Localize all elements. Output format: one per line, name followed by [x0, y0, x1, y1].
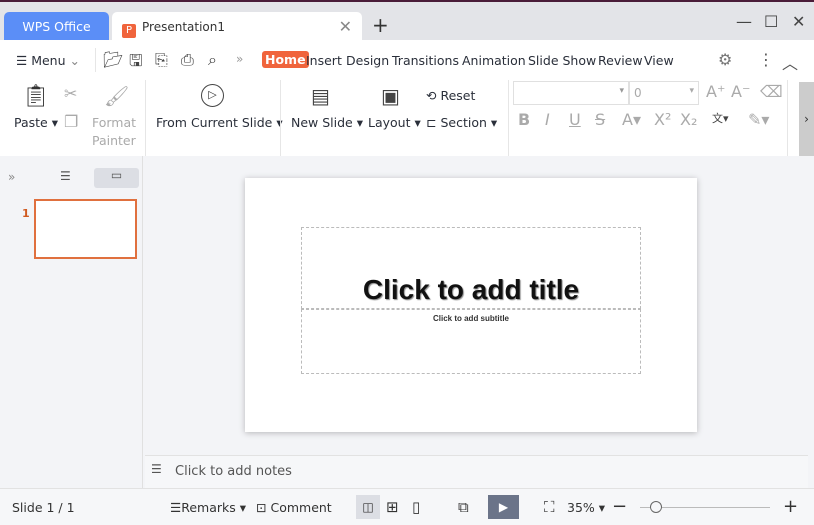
- reading-view-icon[interactable]: ▯: [412, 498, 420, 516]
- layout-icon: ▣: [381, 84, 400, 108]
- new-slide-button[interactable]: New Slide ▾: [291, 115, 363, 130]
- from-current-slide-button[interactable]: From Current Slide ▾: [156, 115, 283, 130]
- increase-font-icon[interactable]: A⁺: [706, 82, 725, 101]
- remarks-button[interactable]: ☰Remarks ▾: [170, 500, 246, 515]
- font-size-select[interactable]: 0 ▾: [629, 81, 699, 105]
- ribbon: 📋︎ Paste ▾ ✂ ❐ 🖌︎ Format Painter ▷ From C…: [0, 80, 814, 156]
- bold-icon[interactable]: B: [518, 110, 530, 129]
- play-slideshow-button[interactable]: ▶: [488, 495, 519, 519]
- format-painter-button[interactable]: Format Painter: [92, 115, 136, 148]
- hamburger-icon: ☰: [16, 53, 28, 68]
- subtitle-placeholder[interactable]: Click to add subtitle: [301, 309, 641, 374]
- superscript-icon[interactable]: X²: [654, 110, 671, 129]
- minimize-icon[interactable]: —: [736, 12, 752, 31]
- doc-tab-label: Presentation1: [142, 20, 225, 34]
- decrease-font-icon[interactable]: A⁻: [731, 82, 750, 101]
- slide-thumbnail[interactable]: [34, 199, 137, 259]
- comment-button[interactable]: ⊡ Comment: [256, 500, 332, 515]
- collapse-ribbon-icon[interactable]: ︿: [782, 50, 798, 74]
- font-color-icon[interactable]: A▾: [622, 110, 641, 129]
- open-icon[interactable]: 📂︎: [103, 50, 123, 69]
- more-options-icon[interactable]: ⋮: [758, 50, 774, 69]
- zoom-in-button[interactable]: +: [783, 496, 798, 517]
- tab-review[interactable]: Review: [598, 53, 643, 68]
- title-bar: WPS Office P Presentation1 ✕ + — ☐ ✕: [0, 0, 814, 42]
- phonetic-guide-icon[interactable]: 文▾: [712, 110, 729, 126]
- menu-row: ☰ Menu ⌄ 📂︎ 🖫 ⎘ ⎙ ⌕ » Home Insert Design…: [0, 40, 814, 80]
- slides-view-icon[interactable]: ▭: [94, 168, 139, 188]
- more-icon[interactable]: »: [236, 52, 243, 66]
- tab-transitions[interactable]: Transitions: [392, 53, 459, 68]
- italic-icon[interactable]: I: [545, 110, 550, 129]
- notes-icon: ☰: [151, 462, 162, 476]
- tab-view[interactable]: View: [644, 53, 674, 68]
- presentation-icon: P: [122, 24, 136, 38]
- print-preview-icon[interactable]: ⌕: [208, 50, 217, 70]
- normal-view-icon[interactable]: ◫: [356, 495, 380, 519]
- slide-indicator: Slide 1 / 1: [12, 500, 75, 515]
- tab-wps-office[interactable]: WPS Office: [4, 12, 109, 42]
- presenter-icon[interactable]: ⧉: [458, 498, 469, 516]
- paste-icon: 📋︎: [22, 84, 50, 109]
- expand-panel-icon[interactable]: »: [8, 170, 15, 184]
- tab-presentation[interactable]: P Presentation1 ✕: [112, 12, 362, 42]
- slide-canvas: Click to add title Click to add subtitle: [245, 178, 697, 432]
- tab-insert[interactable]: Insert: [306, 53, 342, 68]
- underline-icon[interactable]: U: [569, 110, 581, 129]
- section-icon: ⊏: [426, 115, 437, 130]
- status-bar: Slide 1 / 1 ☰Remarks ▾ ⊡ Comment ◫ ⊞ ▯ ⧉…: [0, 488, 814, 525]
- close-tab-icon[interactable]: ✕: [339, 12, 352, 42]
- zoom-out-button[interactable]: −: [612, 496, 627, 517]
- tab-home[interactable]: Home: [262, 51, 309, 68]
- strikethrough-icon[interactable]: S: [595, 110, 605, 129]
- vertical-scrollbar[interactable]: [797, 156, 809, 454]
- slide-sorter-icon[interactable]: ⊞: [386, 498, 399, 516]
- print-icon[interactable]: ⎙: [181, 50, 194, 70]
- tab-animation[interactable]: Animation: [462, 53, 526, 68]
- notes-placeholder: Click to add notes: [175, 464, 292, 479]
- ribbon-scroll-right[interactable]: ›: [799, 82, 814, 156]
- menu-label: Menu: [31, 53, 66, 68]
- save-icon[interactable]: 🖫: [129, 50, 143, 77]
- title-placeholder[interactable]: Click to add title: [301, 227, 641, 309]
- notes-area[interactable]: ☰ Click to add notes: [145, 455, 808, 488]
- menu-button[interactable]: ☰ Menu ⌄: [16, 53, 80, 68]
- reset-icon: ⟲: [426, 88, 437, 103]
- export-pdf-icon[interactable]: ⎘: [155, 50, 168, 70]
- subscript-icon[interactable]: X₂: [680, 110, 697, 129]
- fit-window-icon[interactable]: ⛶: [544, 498, 555, 516]
- close-window-icon[interactable]: ✕: [792, 12, 805, 31]
- new-slide-icon: ▤: [311, 84, 330, 108]
- cut-icon[interactable]: ✂: [64, 84, 77, 103]
- clear-format-icon[interactable]: ⌫: [760, 82, 783, 101]
- section-button[interactable]: ⊏ Section ▾: [426, 115, 497, 130]
- chevron-down-icon: ⌄: [69, 53, 80, 68]
- tab-slide-show[interactable]: Slide Show: [528, 53, 596, 68]
- maximize-icon[interactable]: ☐: [764, 12, 778, 31]
- zoom-slider-handle[interactable]: [650, 501, 662, 513]
- tab-design[interactable]: Design: [346, 53, 389, 68]
- font-name-select[interactable]: ▾: [513, 81, 629, 105]
- highlight-icon[interactable]: ✎▾: [748, 110, 769, 129]
- reset-button[interactable]: ⟲ Reset: [426, 88, 475, 103]
- comment-icon: ⊡: [256, 500, 267, 515]
- play-circle-icon: ▷: [201, 84, 224, 107]
- outline-view-icon[interactable]: ☰: [60, 169, 71, 183]
- paste-button[interactable]: Paste ▾: [14, 115, 58, 130]
- new-tab-button[interactable]: +: [372, 13, 389, 37]
- layout-button[interactable]: Layout ▾: [368, 115, 421, 130]
- copy-icon[interactable]: ❐: [64, 112, 78, 131]
- remarks-icon: ☰: [170, 500, 182, 515]
- settings-icon[interactable]: ⚙: [718, 50, 732, 69]
- format-painter-icon: 🖌︎: [104, 84, 130, 108]
- slide-number: 1: [22, 207, 30, 220]
- zoom-select[interactable]: 35% ▾: [567, 500, 605, 515]
